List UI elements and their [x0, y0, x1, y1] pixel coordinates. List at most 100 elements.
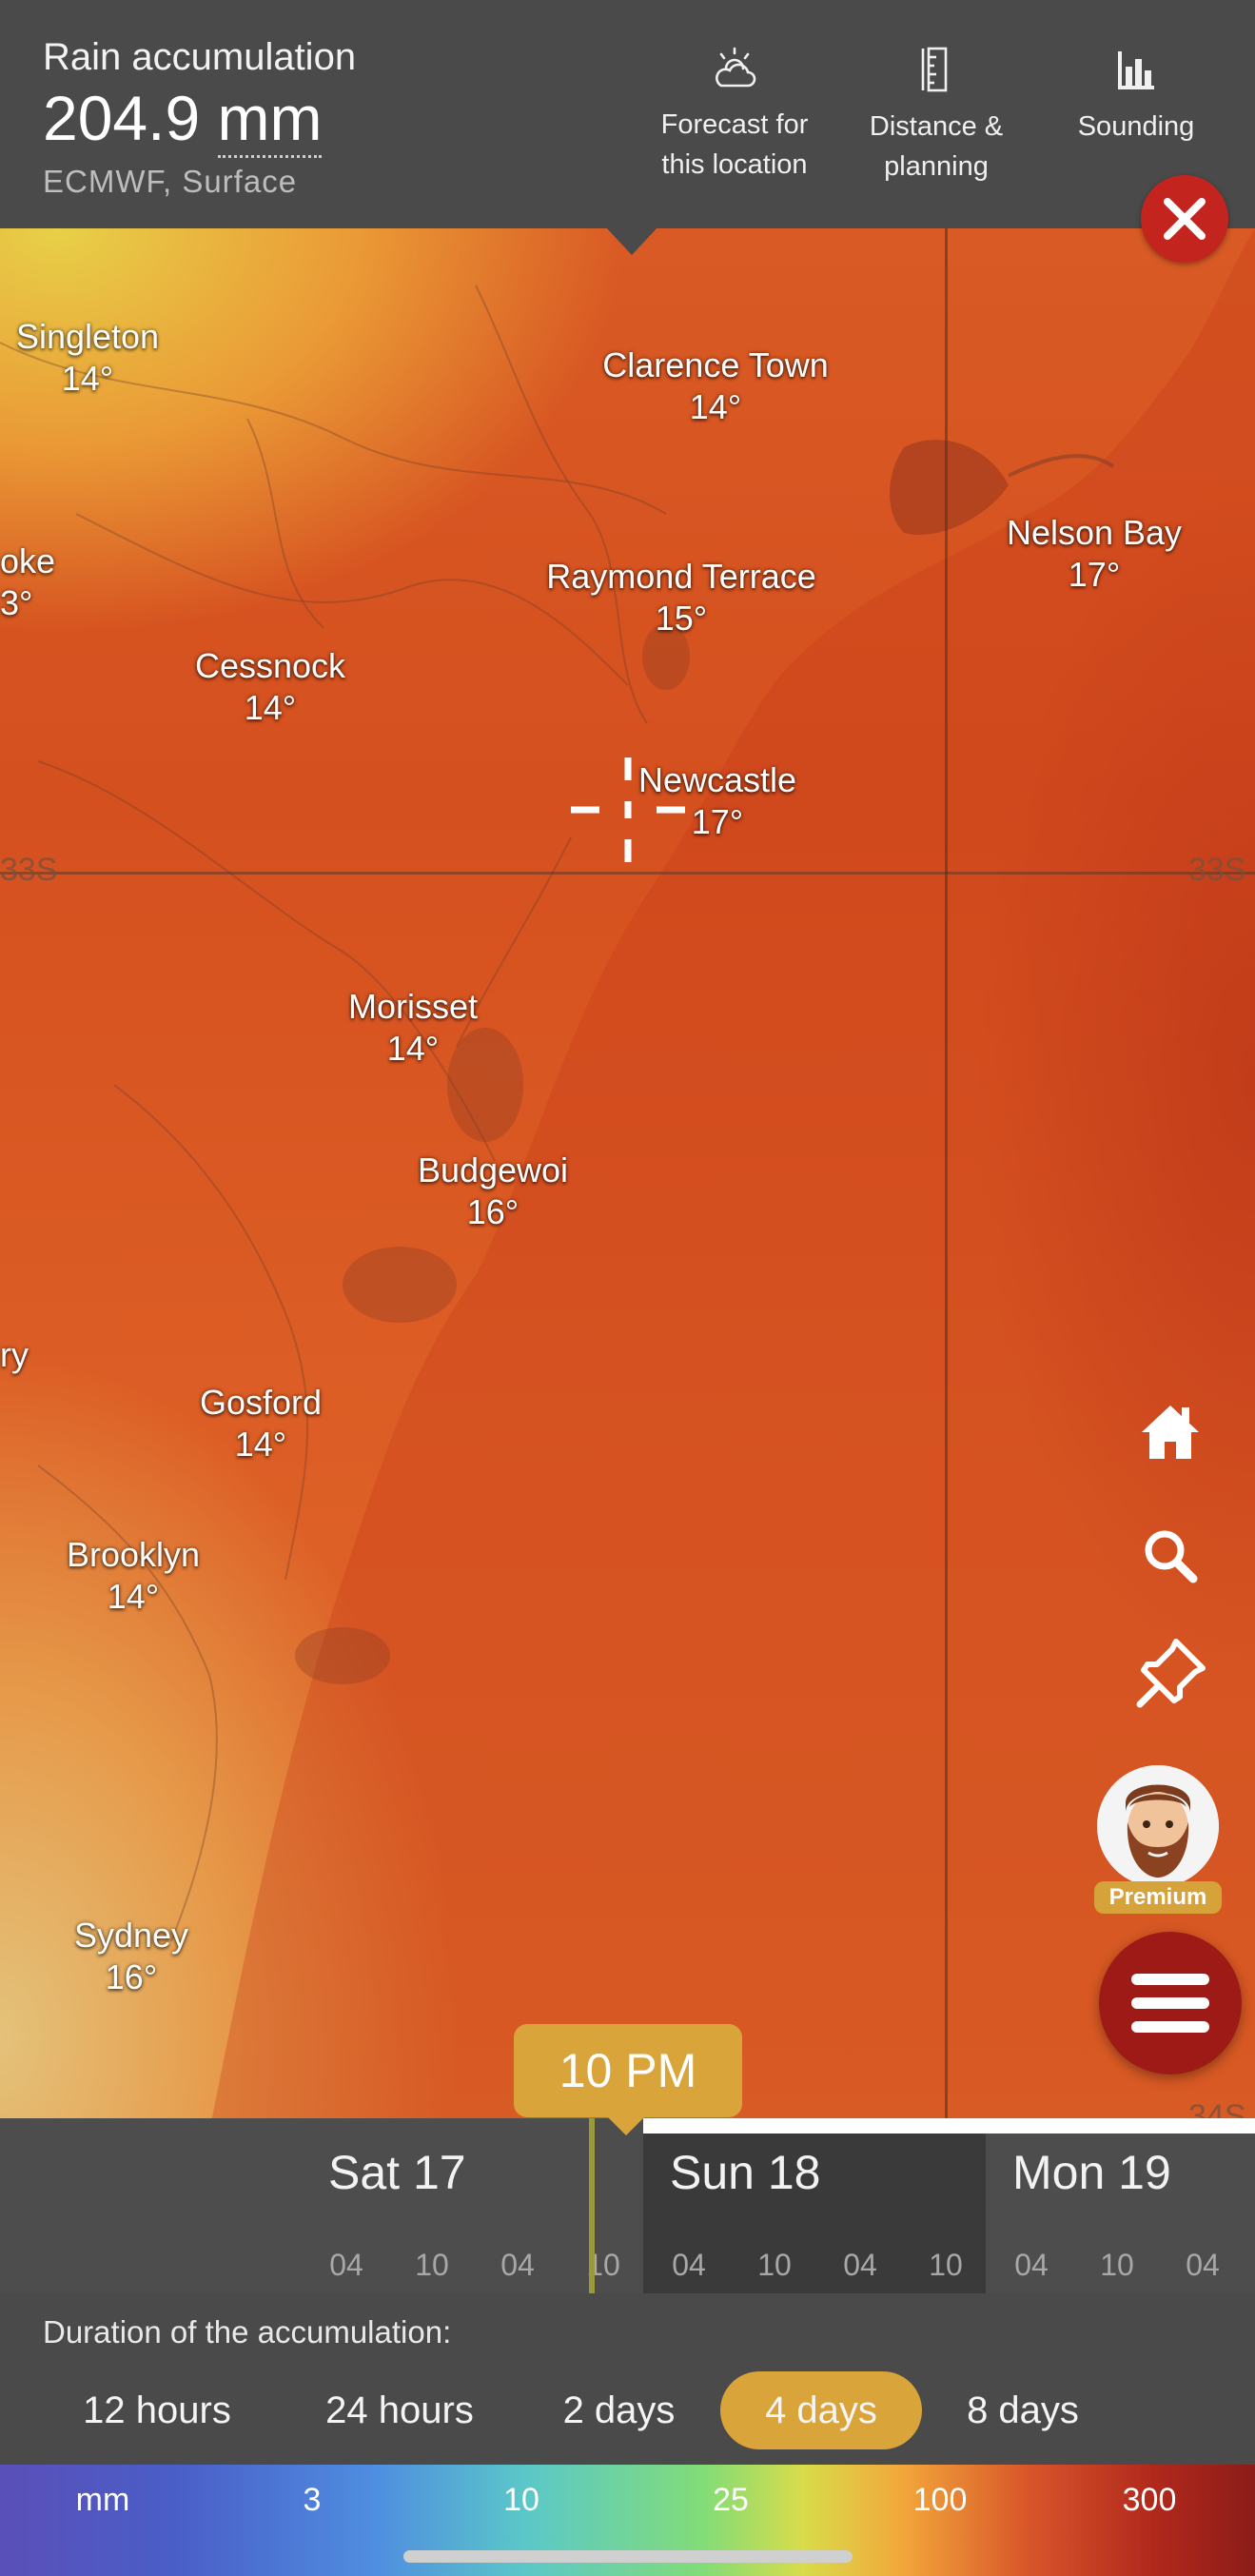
- latitude-label-right: 33S: [1188, 852, 1246, 888]
- timeline-now-marker: [589, 2118, 595, 2293]
- close-button[interactable]: [1141, 175, 1228, 263]
- day-label: Mon 19: [1012, 2146, 1171, 2199]
- city-temp: 14°: [689, 387, 742, 426]
- ruler-icon: [921, 47, 948, 92]
- city-name: ry: [0, 1335, 29, 1374]
- city-temp: 16°: [466, 1192, 520, 1231]
- hour-tick: 04: [1014, 2248, 1049, 2282]
- hour-tick: 10: [415, 2248, 449, 2282]
- hour-tick: 04: [500, 2248, 535, 2282]
- accumulation-unit[interactable]: mm: [217, 83, 323, 158]
- hamburger-menu-icon: [1131, 2021, 1209, 2033]
- city-label[interactable]: Clarence Town 14°: [602, 344, 828, 428]
- accumulation-duration-panel: Duration of the accumulation: 12 hours 2…: [0, 2293, 1255, 2465]
- city-name: Brooklyn: [66, 1535, 201, 1574]
- forecast-label-line2: this location: [661, 149, 808, 180]
- legend-unit: mm: [75, 2482, 130, 2518]
- avatar-face-icon: [1097, 1765, 1219, 1887]
- timeline-scrubber[interactable]: Sat 17 04 10 04 10 Sun 18 04 10 04 10 Mo…: [0, 2118, 1255, 2293]
- city-label[interactable]: Raymond Terrace 15°: [546, 556, 815, 639]
- city-label[interactable]: Cessnock 14°: [195, 645, 345, 729]
- city-temp: 16°: [105, 1957, 158, 1996]
- duration-option-4-days[interactable]: 4 days: [720, 2371, 922, 2449]
- timeline-day[interactable]: Sat 17 04 10 04 10: [0, 2134, 643, 2293]
- search-button[interactable]: [1128, 1513, 1213, 1599]
- hour-tick: 10: [1100, 2248, 1134, 2282]
- city-name: Morisset: [347, 987, 479, 1026]
- weather-map[interactable]: 33S 33S 34S Singleton 14° Clarence Town …: [0, 228, 1255, 2132]
- city-temp: 14°: [386, 1029, 440, 1068]
- city-label[interactable]: Sydney 16°: [74, 1915, 188, 1998]
- menu-button[interactable]: [1099, 1932, 1242, 2075]
- home-icon: [1142, 1406, 1199, 1459]
- city-label[interactable]: Brooklyn 14°: [67, 1534, 200, 1618]
- layer-title: Rain accumulation: [43, 36, 357, 78]
- city-temp: 14°: [244, 688, 297, 727]
- city-name: Cessnock: [194, 646, 346, 685]
- city-temp: 15°: [655, 599, 708, 638]
- home-button[interactable]: [1128, 1389, 1213, 1475]
- city-name: Nelson Bay: [1006, 513, 1183, 552]
- hour-tick: 04: [1186, 2248, 1220, 2282]
- legend-stop: 10: [503, 2482, 539, 2518]
- cloud-sun-icon: [716, 47, 756, 88]
- home-indicator[interactable]: [403, 2550, 853, 2563]
- accumulation-value[interactable]: 204.9 mm: [43, 82, 323, 158]
- city-temp: 3°: [0, 583, 33, 622]
- hour-tick: 04: [843, 2248, 877, 2282]
- city-label[interactable]: Nelson Bay 17°: [1007, 512, 1182, 596]
- crosshair-icon[interactable]: [571, 757, 685, 862]
- city-name: Singleton: [15, 317, 160, 356]
- city-label[interactable]: Budgewoi 16°: [418, 1150, 568, 1233]
- search-icon: [1145, 1530, 1198, 1583]
- city-label[interactable]: Morisset 14°: [348, 986, 478, 1070]
- latitude-label-left: 33S: [0, 852, 58, 888]
- pin-button[interactable]: [1128, 1631, 1213, 1717]
- current-time-bubble[interactable]: 10 PM: [514, 2024, 742, 2117]
- distance-label-line2: planning: [884, 151, 989, 182]
- hamburger-menu-icon: [1131, 1997, 1209, 2009]
- city-name: Budgewoi: [417, 1150, 569, 1190]
- city-label[interactable]: Singleton 14°: [16, 316, 159, 400]
- city-temp: 14°: [61, 359, 114, 398]
- day-label: Sat 17: [328, 2146, 466, 2199]
- longitude-gridline: [945, 228, 948, 2132]
- city-name: Raymond Terrace: [546, 557, 816, 596]
- premium-badge: Premium: [1094, 1881, 1222, 1914]
- hour-tick: 10: [929, 2248, 963, 2282]
- city-label[interactable]: oke 3°: [0, 541, 55, 624]
- city-temp: 14°: [234, 1425, 287, 1464]
- accumulation-number: 204.9: [43, 83, 201, 153]
- avatar[interactable]: [1097, 1765, 1219, 1887]
- city-name: oke: [0, 541, 56, 580]
- sounding-button[interactable]: Sounding: [1031, 46, 1241, 147]
- city-name: Gosford: [199, 1383, 323, 1422]
- forecast-label-line1: Forecast for: [660, 109, 809, 140]
- timeline-day[interactable]: Mon 19 04 10 04: [986, 2134, 1255, 2293]
- hour-tick: 10: [757, 2248, 792, 2282]
- city-label[interactable]: ry: [0, 1334, 29, 1376]
- distance-label-line1: Distance &: [869, 111, 1004, 142]
- city-name: Clarence Town: [602, 345, 829, 384]
- model-subtitle: ECMWF, Surface: [43, 164, 298, 199]
- latitude-gridline: [0, 872, 1255, 875]
- close-icon: [1164, 198, 1206, 240]
- sounding-label: Sounding: [1077, 111, 1195, 142]
- duration-label: Duration of the accumulation:: [43, 2314, 452, 2350]
- city-temp: 14°: [107, 1577, 160, 1616]
- city-temp: 17°: [1068, 555, 1121, 594]
- distance-planning-button[interactable]: Distance & planning: [832, 46, 1041, 187]
- duration-option-8-days[interactable]: 8 days: [947, 2371, 1099, 2449]
- hamburger-menu-icon: [1131, 1974, 1209, 1985]
- bar-chart-icon: [1118, 51, 1154, 89]
- legend-stop: 25: [713, 2482, 749, 2518]
- legend-stop: 300: [1122, 2482, 1177, 2518]
- duration-option-24-hours[interactable]: 24 hours: [295, 2371, 504, 2449]
- hour-tick: 04: [672, 2248, 706, 2282]
- forecast-for-location-button[interactable]: Forecast for this location: [630, 46, 839, 185]
- day-label: Sun 18: [670, 2146, 821, 2199]
- duration-option-2-days[interactable]: 2 days: [540, 2371, 697, 2449]
- city-label[interactable]: Gosford 14°: [200, 1382, 322, 1465]
- duration-option-12-hours[interactable]: 12 hours: [57, 2371, 257, 2449]
- timeline-day[interactable]: Sun 18 04 10 04 10: [643, 2134, 986, 2293]
